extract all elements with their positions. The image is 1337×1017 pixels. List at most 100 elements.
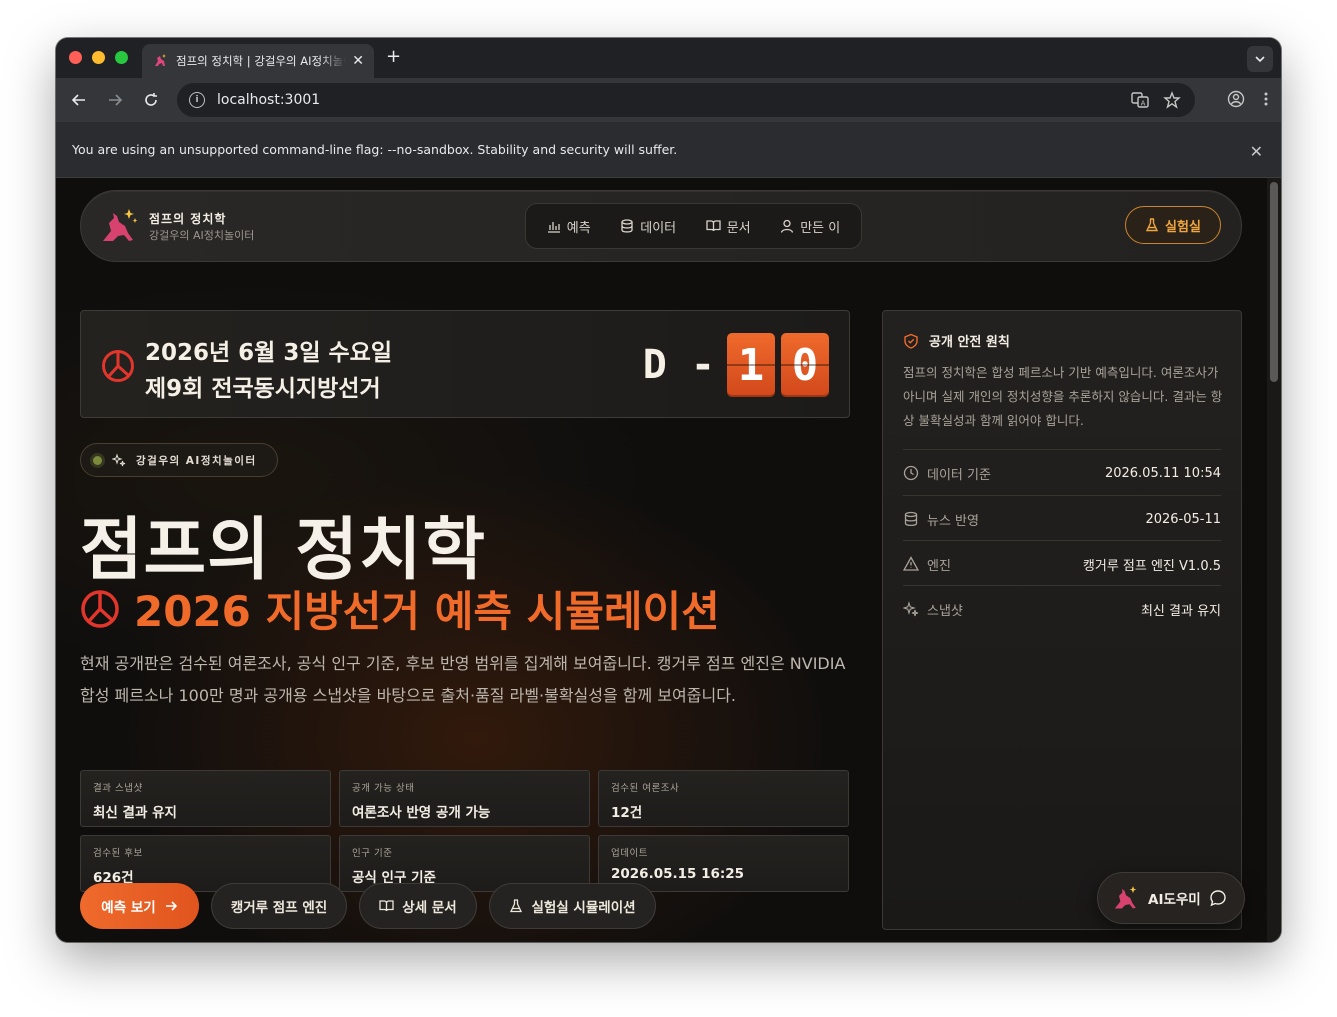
stat-value: 2026.05.15 16:25 — [611, 866, 745, 882]
stat-label: 인구 기준 — [352, 848, 393, 859]
row-value: 2026-05-11 — [1145, 511, 1221, 527]
site-info-icon[interactable]: i — [189, 92, 205, 108]
database-icon — [904, 511, 918, 527]
shield-check-icon — [904, 333, 918, 349]
cta-label: 캥거루 점프 엔진 — [230, 900, 328, 916]
cta-label: 실험실 시뮬레이션 — [531, 900, 636, 916]
docs-button[interactable]: 상세 문서 — [359, 883, 477, 929]
status-dot — [93, 455, 102, 465]
stat-value: 여론조사 반영 공개 가능 — [352, 805, 491, 821]
row-label: 데이터 기준 — [927, 467, 991, 483]
cta-label: 상세 문서 — [402, 900, 457, 916]
lab-button[interactable]: 실험실 — [1125, 206, 1221, 244]
dday-label: D - — [642, 342, 715, 388]
nav-item-label: 문서 — [726, 220, 751, 236]
warning-icon — [903, 556, 919, 571]
arrow-right-icon — [109, 94, 123, 106]
arrow-left-icon — [71, 94, 85, 106]
row-label: 스냅샷 — [927, 603, 963, 619]
minimize-window-button[interactable] — [92, 51, 105, 64]
stat-label: 결과 스냅샷 — [93, 783, 143, 794]
browser-toolbar: i localhost:3001 A — [56, 78, 1281, 122]
arrow-right-icon — [165, 901, 177, 911]
dday-digit: 0 — [781, 333, 829, 397]
back-button[interactable] — [69, 90, 89, 110]
book-icon — [706, 220, 721, 232]
stat-card-polls: 검수된 여론조사 12건 — [598, 770, 849, 827]
browser-window: 점프의 정치학 | 강걸우의 AI정치놀이터 ✕ + i localhost:3… — [56, 38, 1281, 942]
hero-chip-label: 강걸우의 AI정치놀이터 — [136, 454, 257, 467]
panel-row-engine: 엔진 캥거루 점프 엔진 V1.0.5 — [903, 542, 1221, 586]
hero-subtitle-text: 2026 지방선거 예측 시뮬레이션 — [134, 587, 720, 636]
nav-item-docs[interactable]: 문서 — [706, 217, 751, 236]
panel-row-data-basis: 데이터 기준 2026.05.11 10:54 — [903, 451, 1221, 495]
panel-row-snapshot: 스냅샷 최신 결과 유지 — [903, 587, 1221, 631]
kangaroo-favicon-icon — [155, 54, 166, 66]
row-value: 2026.05.11 10:54 — [1104, 465, 1221, 481]
nav-item-creator[interactable]: 만든 이 — [780, 217, 840, 236]
engine-button[interactable]: 캥거루 점프 엔진 — [211, 883, 347, 929]
view-prediction-button[interactable]: 예측 보기 — [80, 883, 199, 929]
stat-value: 최신 결과 유지 — [93, 805, 177, 821]
panel-divider — [903, 495, 1221, 496]
close-window-button[interactable] — [69, 51, 82, 64]
panel-header: 공개 안전 원칙 — [903, 331, 1010, 350]
nav-item-label: 만든 이 — [800, 220, 841, 236]
panel-row-news: 뉴스 반영 2026-05-11 — [903, 497, 1221, 541]
stat-label: 검수된 여론조사 — [611, 783, 680, 794]
infobar-close-icon[interactable]: ✕ — [1250, 142, 1263, 161]
hero-subtitle: 2026 지방선거 예측 시뮬레이션 — [80, 578, 720, 639]
panel-body: 점프의 정치학은 합성 페르소나 기반 예측입니다. 여론조사가 아니며 실제 … — [903, 365, 1223, 428]
browser-tab[interactable]: 점프의 정치학 | 강걸우의 AI정치놀이터 ✕ — [142, 44, 374, 78]
election-mark-icon — [102, 350, 134, 382]
more-menu-icon[interactable] — [1263, 90, 1269, 108]
brand-title[interactable]: 점프의 정치학 — [149, 210, 226, 227]
stat-value: 12건 — [611, 805, 643, 821]
bookmark-star-icon[interactable] — [1163, 91, 1181, 109]
stat-label: 검수된 후보 — [93, 848, 143, 859]
main-nav: 예측 데이터 문서 만든 이 — [525, 203, 862, 249]
panel-divider — [903, 585, 1221, 586]
translate-icon[interactable]: A — [1131, 91, 1149, 109]
election-name: 제9회 전국동시지방선거 — [145, 376, 381, 402]
ai-helper-label: AI도우미 — [1148, 892, 1201, 908]
sparkle-icon — [112, 453, 126, 467]
profile-icon[interactable] — [1227, 90, 1245, 108]
election-countdown-card: 2026년 6월 3일 수요일 제9회 전국동시지방선거 D - 1 0 — [80, 310, 850, 418]
panel-divider — [903, 540, 1221, 541]
stat-card-publish-status: 공개 가능 상태 여론조사 반영 공개 가능 — [339, 770, 590, 827]
nav-item-predict[interactable]: 예측 — [547, 217, 591, 236]
scrollbar-thumb[interactable] — [1270, 182, 1278, 382]
url-text: localhost:3001 — [217, 92, 321, 108]
address-bar[interactable]: i localhost:3001 A — [177, 83, 1195, 117]
new-tab-icon[interactable]: + — [386, 46, 401, 67]
dday-counter: D - 1 0 — [643, 333, 829, 397]
bar-chart-icon — [547, 222, 560, 233]
svg-text:A: A — [1141, 100, 1146, 108]
election-date: 2026년 6월 3일 수요일 — [145, 340, 393, 366]
page-viewport: 점프의 정치학 강걸우의 AI정치놀이터 예측 데이터 문서 만든 이 실험실 … — [56, 178, 1281, 942]
site-header: 점프의 정치학 강걸우의 AI정치놀이터 예측 데이터 문서 만든 이 실험실 — [80, 190, 1242, 262]
kangaroo-logo-icon — [1114, 886, 1137, 909]
stat-card-snapshot: 결과 스냅샷 최신 결과 유지 — [80, 770, 331, 827]
tab-search-button[interactable] — [1247, 46, 1273, 72]
lab-simulation-button[interactable]: 실험실 시뮬레이션 — [489, 883, 656, 929]
forward-button[interactable] — [105, 90, 125, 110]
reload-button[interactable] — [141, 90, 161, 110]
tab-strip: 점프의 정치학 | 강걸우의 AI정치놀이터 ✕ + — [56, 38, 1281, 78]
ai-helper-button[interactable]: AI도우미 — [1097, 872, 1245, 924]
sparkle-icon — [903, 601, 919, 617]
chevron-down-icon — [1255, 56, 1265, 63]
nav-item-label: 데이터 — [640, 220, 677, 236]
maximize-window-button[interactable] — [115, 51, 128, 64]
reload-icon — [145, 93, 157, 106]
infobar-text: You are using an unsupported command-lin… — [72, 142, 678, 157]
stat-label: 공개 가능 상태 — [352, 783, 415, 794]
nav-item-data[interactable]: 데이터 — [620, 217, 676, 236]
public-safety-panel: 공개 안전 원칙 점프의 정치학은 합성 페르소나 기반 예측입니다. 여론조사… — [882, 310, 1242, 930]
page-scrollbar[interactable] — [1267, 178, 1281, 942]
stat-label: 업데이트 — [611, 848, 648, 859]
brand-subtitle: 강걸우의 AI정치놀이터 — [149, 229, 255, 242]
tab-close-icon[interactable]: ✕ — [352, 53, 364, 69]
kangaroo-logo-icon[interactable] — [99, 207, 139, 245]
